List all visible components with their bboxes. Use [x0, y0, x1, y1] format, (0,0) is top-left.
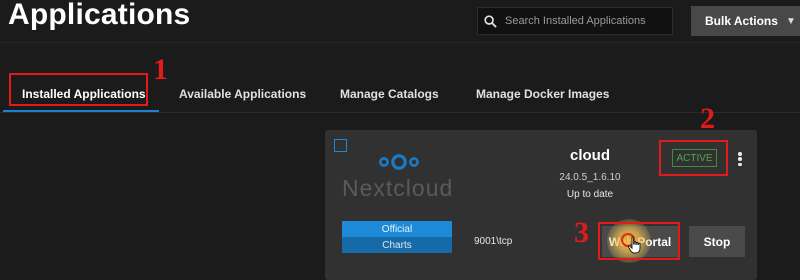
search-box[interactable] [477, 7, 673, 35]
annotation-number-1: 1 [153, 53, 168, 86]
app-version: 24.0.5_1.6.10 [559, 172, 621, 183]
search-icon [484, 14, 497, 28]
app-update-status: Up to date [566, 189, 614, 200]
stop-button[interactable]: Stop [689, 226, 745, 257]
official-chip: Official [342, 221, 452, 237]
header-divider [0, 42, 800, 43]
app-logo-text: Nextcloud [342, 175, 454, 201]
app-select-checkbox[interactable] [334, 139, 347, 152]
annotation-box-2 [659, 140, 728, 176]
annotation-box-3 [598, 222, 680, 260]
tab-manage-docker-images[interactable]: Manage Docker Images [476, 76, 609, 112]
kebab-menu-icon[interactable] [734, 150, 746, 168]
bulk-actions-button[interactable]: Bulk Actions ▼ [691, 6, 800, 36]
page-title: Applications [8, 0, 191, 31]
caret-down-icon[interactable]: ▼ [782, 6, 800, 36]
tab-available-applications[interactable]: Available Applications [179, 76, 306, 112]
annotation-number-2: 2 [700, 102, 715, 135]
annotation-box-1 [9, 73, 148, 106]
tab-bar-divider [0, 112, 800, 113]
charts-chip: Charts [342, 237, 452, 253]
search-input[interactable] [505, 15, 665, 27]
tab-manage-catalogs[interactable]: Manage Catalogs [340, 76, 439, 112]
annotation-number-3: 3 [574, 216, 589, 249]
bulk-actions-label: Bulk Actions [705, 14, 778, 28]
port-label: 9001\tcp [474, 236, 513, 247]
nextcloud-logo-icon [379, 154, 419, 170]
app-name: cloud [570, 147, 610, 164]
